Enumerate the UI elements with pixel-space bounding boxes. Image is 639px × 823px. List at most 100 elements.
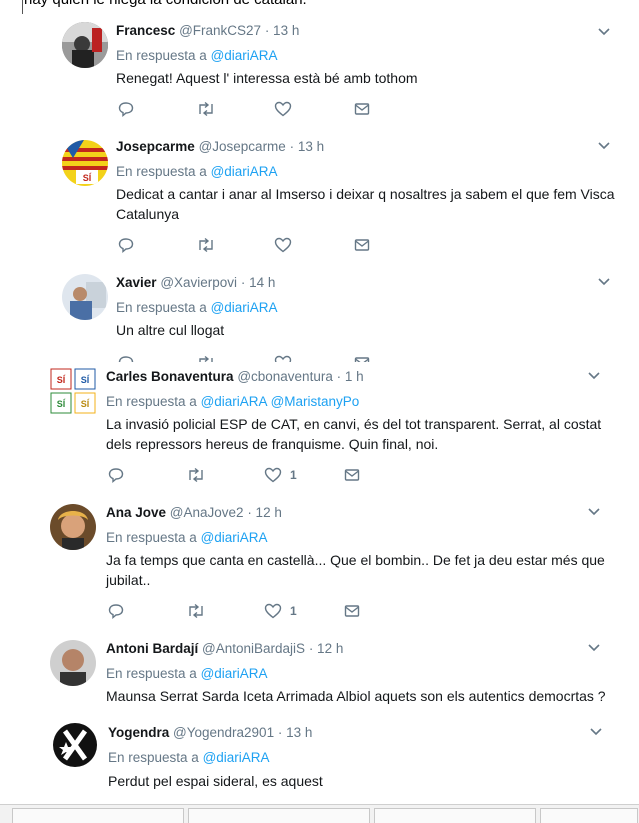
si-badge-text: SÍ bbox=[81, 399, 90, 409]
tweet-card[interactable]: Francesc @FrankCS27 · 13 h En respuesta … bbox=[0, 14, 639, 127]
message-button[interactable] bbox=[354, 100, 370, 118]
message-button[interactable] bbox=[354, 236, 370, 254]
avatar[interactable] bbox=[62, 22, 108, 68]
heart-icon bbox=[274, 355, 292, 362]
retweet-button[interactable] bbox=[196, 354, 216, 362]
tweet-card[interactable]: Ana Jove @AnaJove2 · 12 h En respuesta a… bbox=[0, 492, 639, 629]
message-button[interactable] bbox=[344, 602, 360, 620]
handle[interactable]: @cbonaventura bbox=[237, 369, 333, 384]
timestamp[interactable]: · 1 h bbox=[337, 369, 364, 384]
retweet-icon bbox=[199, 101, 213, 117]
reply-button[interactable] bbox=[108, 466, 124, 484]
chevron-down-icon[interactable] bbox=[588, 372, 600, 380]
display-name[interactable]: Antoni Bardají bbox=[106, 641, 198, 656]
timestamp[interactable]: · 12 h bbox=[309, 641, 344, 656]
envelope-icon bbox=[344, 469, 360, 481]
envelope-icon bbox=[354, 357, 370, 362]
display-name[interactable]: Xavier bbox=[116, 275, 157, 290]
handle[interactable]: @Yogendra2901 bbox=[173, 725, 274, 740]
reply-mention[interactable]: @diariARA bbox=[211, 300, 278, 315]
tweet-card[interactable]: Antoni Bardají @AntoniBardajiS · 12 h En… bbox=[0, 628, 639, 714]
reply-mention[interactable]: @diariARA bbox=[201, 666, 268, 681]
tweet-card[interactable]: Xavier @Xavierpovi · 14 h En respuesta a… bbox=[0, 262, 639, 362]
chevron-down-icon[interactable] bbox=[598, 28, 610, 36]
tweet-actions: 1 bbox=[106, 466, 406, 484]
like-button[interactable]: 1 bbox=[264, 466, 297, 484]
display-name[interactable]: Josepcarme bbox=[116, 139, 195, 154]
chevron-down-icon[interactable] bbox=[598, 278, 610, 286]
tweet-text: La invasió policial ESP de CAT, en canvi… bbox=[106, 416, 602, 452]
taskbar-tab[interactable] bbox=[540, 808, 638, 823]
avatar[interactable] bbox=[62, 274, 108, 320]
display-name[interactable]: Francesc bbox=[116, 23, 175, 38]
reply-button[interactable] bbox=[118, 354, 134, 362]
tweet-text: Perdut pel espai sideral, es aquest bbox=[108, 773, 323, 789]
retweet-button[interactable] bbox=[186, 466, 206, 484]
heart-icon bbox=[264, 467, 282, 483]
reply-button[interactable] bbox=[118, 100, 134, 118]
reply-button[interactable] bbox=[108, 602, 124, 620]
like-button[interactable]: 1 bbox=[264, 602, 297, 620]
tweet-text: Dedicat a cantar i anar al Imserso i dei… bbox=[116, 186, 615, 222]
reply-prefix: En respuesta a bbox=[116, 300, 207, 315]
display-name[interactable]: Carles Bonaventura bbox=[106, 369, 234, 384]
reply-mention[interactable]: @diariARA bbox=[211, 164, 278, 179]
like-count: 1 bbox=[290, 604, 297, 618]
taskbar-tab[interactable] bbox=[12, 808, 184, 823]
retweet-icon bbox=[199, 237, 213, 253]
tweet-card[interactable]: SÍ SÍ SÍ SÍ Carles Bonaventura @cbonaventur… bbox=[0, 362, 639, 493]
timestamp[interactable]: · 13 h bbox=[265, 23, 300, 38]
avatar[interactable] bbox=[50, 640, 96, 686]
retweet-icon bbox=[189, 603, 203, 619]
retweet-button[interactable] bbox=[196, 236, 216, 254]
like-button[interactable] bbox=[274, 236, 300, 254]
tweet-card[interactable]: Yogendra @Yogendra2901 · 13 h En respues… bbox=[0, 714, 639, 804]
chevron-down-icon[interactable] bbox=[590, 728, 602, 736]
taskbar-tab[interactable] bbox=[374, 808, 536, 823]
reply-mention[interactable]: @diariARA bbox=[201, 394, 267, 409]
handle[interactable]: @Xavierpovi bbox=[160, 275, 237, 290]
handle[interactable]: @FrankCS27 bbox=[179, 23, 261, 38]
timestamp[interactable]: · 13 h bbox=[278, 725, 313, 740]
display-name[interactable]: Ana Jove bbox=[106, 505, 166, 520]
avatar[interactable]: SÍ SÍ SÍ SÍ bbox=[50, 368, 96, 414]
avatar[interactable]: SÍ bbox=[62, 140, 108, 186]
tweet-text: Maunsa Serrat Sarda Iceta Arrimada Albio… bbox=[106, 688, 606, 704]
avatar[interactable] bbox=[50, 504, 96, 550]
reply-mention[interactable]: @diariARA bbox=[211, 48, 278, 63]
retweet-button[interactable] bbox=[186, 602, 206, 620]
tweet-text: Renegat! Aquest l' interessa està bé amb… bbox=[116, 70, 418, 86]
tweet-actions bbox=[116, 354, 416, 362]
top-caption: hay quien le niega la condición de catal… bbox=[24, 0, 307, 8]
tweet-actions: 1 bbox=[106, 602, 406, 620]
reply-mention[interactable]: @MaristanyPo bbox=[271, 394, 360, 409]
retweet-icon bbox=[199, 355, 213, 362]
display-name[interactable]: Yogendra bbox=[108, 725, 169, 740]
reply-icon bbox=[118, 356, 134, 362]
like-button[interactable] bbox=[274, 354, 300, 362]
tweet-text: Un altre cul llogat bbox=[116, 322, 225, 338]
reply-button[interactable] bbox=[118, 236, 134, 254]
handle[interactable]: @AntoniBardajiS bbox=[202, 641, 305, 656]
chevron-down-icon[interactable] bbox=[588, 508, 600, 516]
taskbar-tab[interactable] bbox=[188, 808, 370, 823]
tweet-card[interactable]: SÍ Josepcarme @Josepcarme · 13 h En resp… bbox=[0, 126, 639, 263]
handle[interactable]: @Josepcarme bbox=[199, 139, 286, 154]
reply-prefix: En respuesta a bbox=[106, 394, 197, 409]
si-badge-text: SÍ bbox=[83, 173, 92, 183]
message-button[interactable] bbox=[344, 466, 360, 484]
tweet-text: Ja fa temps que canta en castellà... Que… bbox=[106, 552, 605, 588]
handle[interactable]: @AnaJove2 bbox=[170, 505, 244, 520]
chevron-down-icon[interactable] bbox=[588, 644, 600, 652]
retweet-button[interactable] bbox=[196, 100, 216, 118]
timestamp[interactable]: · 12 h bbox=[247, 505, 282, 520]
reply-mention[interactable]: @diariARA bbox=[201, 530, 268, 545]
timestamp[interactable]: · 14 h bbox=[241, 275, 276, 290]
message-button[interactable] bbox=[354, 354, 370, 362]
avatar[interactable] bbox=[52, 722, 98, 768]
like-button[interactable] bbox=[274, 100, 300, 118]
chevron-down-icon[interactable] bbox=[598, 142, 610, 150]
reply-mention[interactable]: @diariARA bbox=[203, 750, 270, 765]
si-badge-text: SÍ bbox=[81, 375, 90, 385]
timestamp[interactable]: · 13 h bbox=[290, 139, 325, 154]
